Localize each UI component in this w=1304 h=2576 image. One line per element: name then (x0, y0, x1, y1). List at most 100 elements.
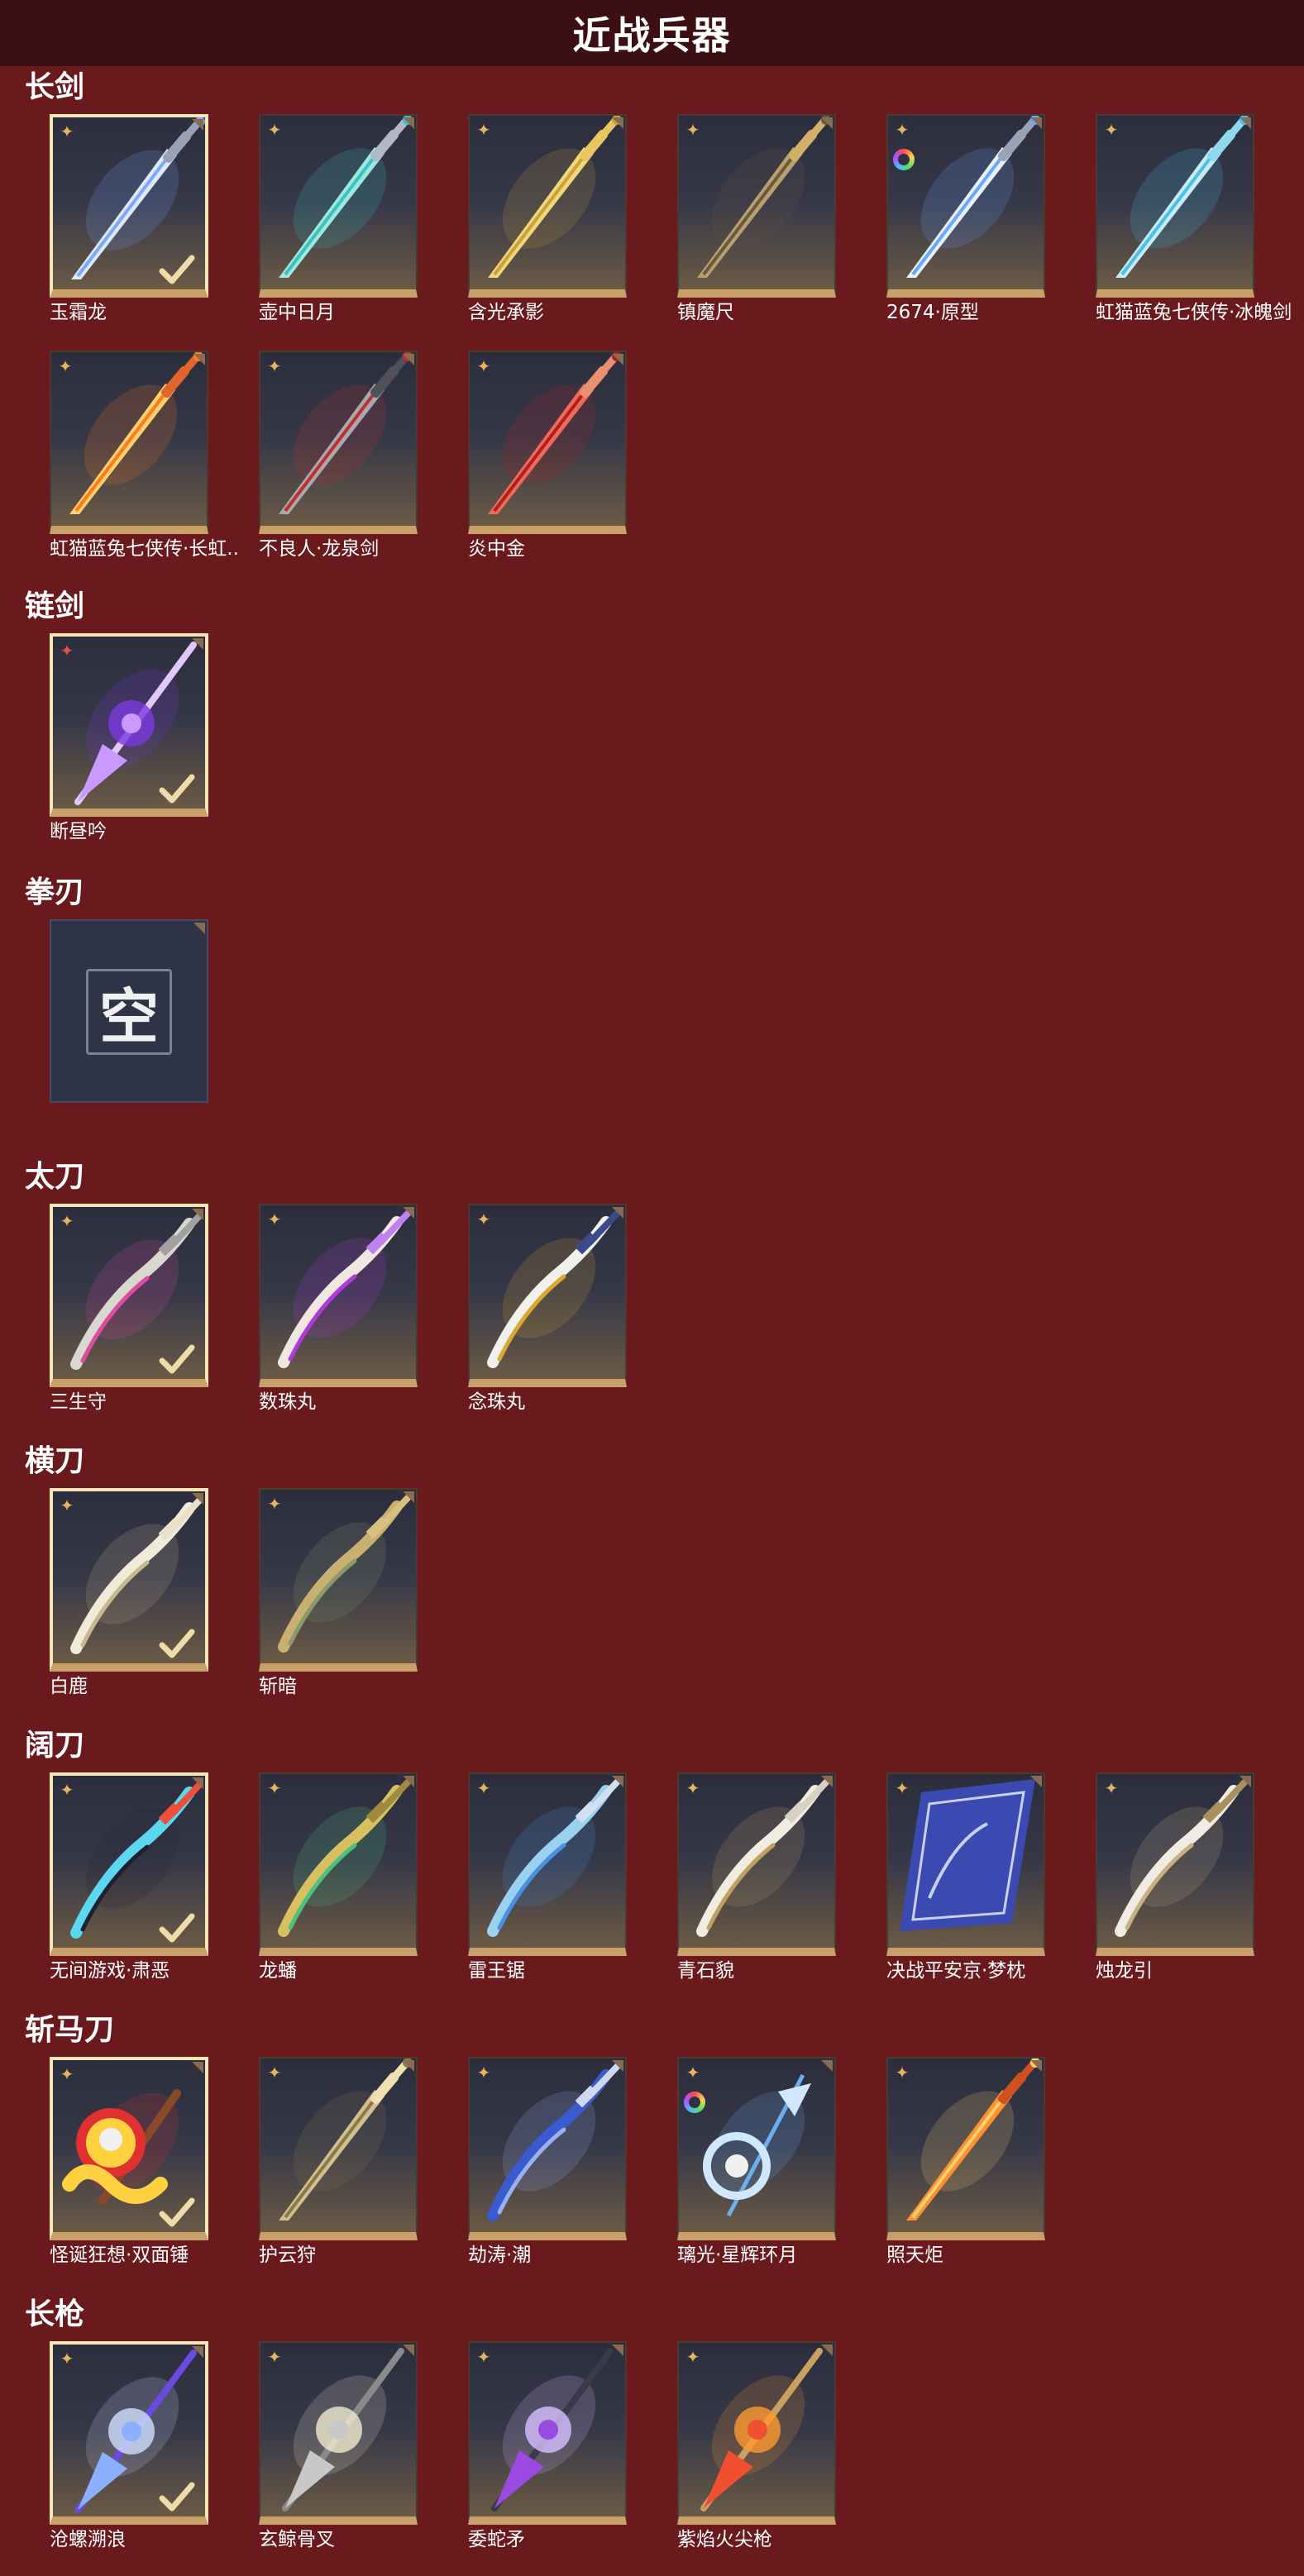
weapon-art (1115, 1779, 1248, 1937)
weapon-card[interactable]: ✦ (468, 1204, 627, 1387)
gold-star-badge-icon: ✦ (685, 2063, 700, 2082)
empty-weapon-slot[interactable]: 空 (50, 919, 208, 1103)
gold-star-badge-icon: ✦ (476, 1209, 491, 1229)
gold-star-badge-icon: ✦ (476, 356, 491, 376)
gold-star-badge-icon: ✦ (60, 1211, 74, 1231)
weapon-card[interactable]: ✦ (50, 351, 208, 534)
weapon-card[interactable]: ✦ (1096, 114, 1254, 298)
corner-marker-icon (1030, 2060, 1042, 2072)
weapon-card[interactable]: ✦ (259, 114, 418, 298)
corner-marker-icon (403, 1491, 414, 1503)
weapon-name-label: 紫焰火尖枪 (677, 2529, 772, 2550)
weapon-art (900, 1779, 1035, 1931)
rainbow-ring-icon (684, 2092, 705, 2113)
weapon-name-label: 护云狩 (259, 2244, 316, 2266)
gold-star-badge-icon: ✦ (685, 2347, 700, 2367)
weapon-art (487, 2063, 620, 2221)
equipped-check-icon (159, 1629, 195, 1658)
weapon-card[interactable]: ✦ (677, 2341, 836, 2525)
corner-marker-icon (192, 1493, 203, 1505)
corner-marker-icon (612, 1207, 623, 1219)
weapon-card[interactable]: ✦ (886, 114, 1045, 298)
weapon-art (69, 352, 203, 514)
equipped-check-icon (159, 1344, 195, 1374)
weapon-card[interactable]: ✦ (886, 2057, 1045, 2240)
corner-marker-icon (1030, 1776, 1042, 1787)
weapon-card[interactable]: ✦ (259, 1488, 418, 1672)
weapon-card[interactable]: ✦ (886, 1772, 1045, 1956)
corner-marker-icon (192, 2062, 203, 2073)
weapon-card[interactable]: ✦ (468, 1772, 627, 1956)
weapon-art (1115, 116, 1249, 278)
page-title: 近战兵器 (572, 13, 732, 58)
weapon-card[interactable]: ✦ (468, 2341, 627, 2525)
weapon-art (700, 2348, 823, 2512)
weapon-name-label: 玉霜龙 (50, 302, 107, 323)
corner-marker-icon (192, 2346, 203, 2358)
gold-star-badge-icon: ✦ (60, 2349, 74, 2368)
gold-star-badge-icon: ✦ (60, 122, 74, 141)
weapon-art (703, 2073, 811, 2217)
weapon-card[interactable]: ✦ (50, 1204, 208, 1387)
equipped-check-icon (159, 1913, 195, 1943)
gold-star-badge-icon: ✦ (60, 1496, 74, 1515)
weapon-name-label: 不良人·龙泉剑 (259, 538, 380, 560)
empty-slot-label: 空 (98, 981, 159, 1052)
equipped-check-icon (159, 774, 195, 804)
corner-marker-icon (403, 2345, 414, 2356)
weapon-name-label: 照天炬 (886, 2244, 943, 2266)
weapon-card[interactable]: ✦ (259, 1204, 418, 1387)
weapon-name-label: 玄鲸骨叉 (259, 2529, 335, 2550)
weapon-art (279, 352, 413, 514)
weapon-name-label: 怪诞狂想·双面锤 (50, 2244, 189, 2266)
equipped-check-icon (159, 255, 195, 284)
gold-star-badge-icon: ✦ (685, 120, 700, 140)
weapon-card[interactable]: ✦ (259, 1772, 418, 1956)
gold-star-badge-icon: ✦ (267, 2063, 282, 2082)
weapon-name-label: 决战平安京·梦枕 (886, 1960, 1026, 1982)
weapon-name-label: 委蛇矛 (468, 2529, 525, 2550)
weapon-name-label: 2674·原型 (886, 302, 979, 323)
corner-marker-icon (1240, 117, 1251, 129)
weapon-name-label: 璃光·星辉环月 (677, 2244, 798, 2266)
weapon-name-label: 劫涛·潮 (468, 2244, 532, 2266)
equipped-check-icon (159, 2482, 195, 2512)
corner-marker-icon (821, 1776, 833, 1787)
weapon-card[interactable]: ✦ (259, 2057, 418, 2240)
gold-star-badge-icon: ✦ (267, 1778, 282, 1798)
corner-marker-icon (612, 1776, 623, 1787)
section-title: 斩马刀 (25, 2013, 115, 2047)
weapon-art (487, 1779, 620, 1937)
weapon-card[interactable]: ✦ (50, 2341, 208, 2525)
corner-marker-icon (403, 117, 414, 129)
gold-star-badge-icon: ✦ (476, 2347, 491, 2367)
weapon-card[interactable]: ✦ (50, 1488, 208, 1672)
weapon-card[interactable]: ✦ (468, 2057, 627, 2240)
weapon-card[interactable]: ✦ (50, 633, 208, 817)
corner-marker-icon (192, 1209, 203, 1220)
weapon-name-label: 念珠丸 (468, 1391, 525, 1413)
section-title: 链剑 (25, 589, 85, 623)
weapon-card[interactable]: ✦ (468, 114, 627, 298)
weapon-art (278, 1779, 411, 1937)
weapon-card[interactable]: ✦ (677, 114, 836, 298)
weapon-art (487, 1210, 620, 1368)
weapon-card[interactable]: ✦ (1096, 1772, 1254, 1956)
gold-star-badge-icon: ✦ (267, 1209, 282, 1229)
weapon-card[interactable]: ✦ (677, 2057, 836, 2240)
weapon-art (278, 1210, 411, 1368)
weapon-card[interactable]: ✦ (677, 1772, 836, 1956)
section-title: 长剑 (25, 70, 85, 104)
gold-star-badge-icon: ✦ (476, 2063, 491, 2082)
weapon-card[interactable]: ✦ (50, 114, 208, 298)
corner-marker-icon (192, 119, 203, 131)
corner-marker-icon (612, 2345, 623, 2356)
weapon-name-label: 炎中金 (468, 538, 525, 560)
weapon-card[interactable]: ✦ (259, 2341, 418, 2525)
weapon-card[interactable]: ✦ (50, 2057, 208, 2240)
weapon-card[interactable]: ✦ (50, 1772, 208, 1956)
weapon-name-label: 雷王锯 (468, 1960, 525, 1982)
weapon-art (696, 1779, 829, 1937)
weapon-card[interactable]: ✦ (259, 351, 418, 534)
weapon-card[interactable]: ✦ (468, 351, 627, 534)
